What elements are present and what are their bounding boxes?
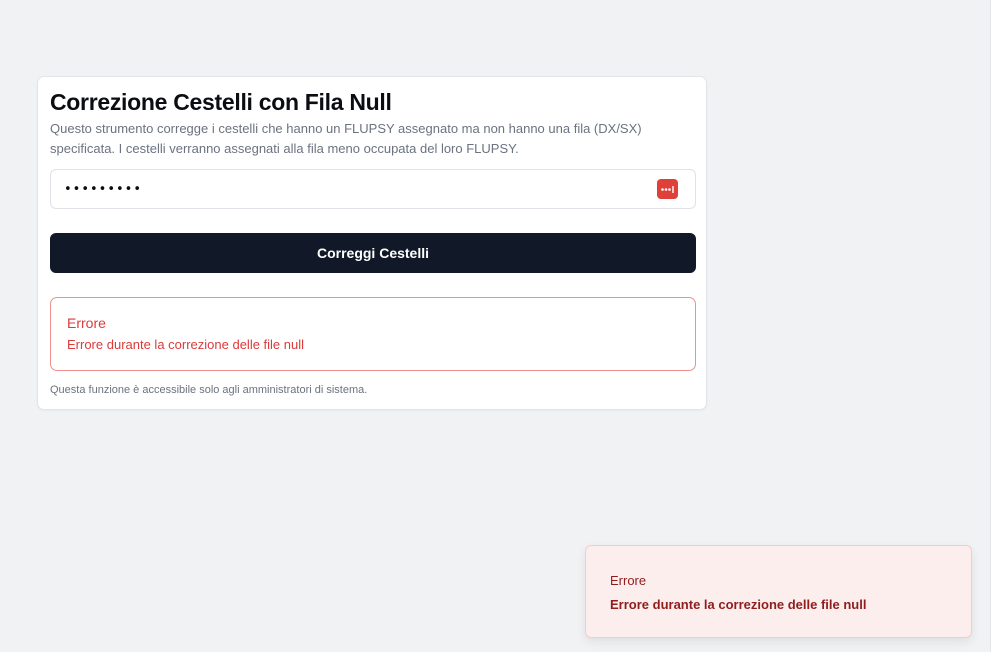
password-manager-icon[interactable]: [657, 179, 678, 199]
card-description: Questo strumento corregge i cestelli che…: [50, 121, 642, 156]
error-alert-title: Errore: [67, 315, 106, 331]
password-field: [50, 169, 696, 209]
card-title: Correzione Cestelli con Fila Null: [50, 89, 392, 115]
error-alert: Errore Errore durante la correzione dell…: [50, 297, 696, 371]
fix-baskets-button[interactable]: Correggi Cestelli: [50, 233, 696, 273]
fix-null-row-card: Correzione Cestelli con Fila Null Questo…: [37, 76, 707, 410]
toast-message: Errore durante la correzione delle file …: [610, 597, 867, 612]
page: Correzione Cestelli con Fila Null Questo…: [0, 0, 995, 652]
scrollbar[interactable]: [990, 0, 995, 652]
error-alert-message: Errore durante la correzione delle file …: [67, 337, 305, 352]
toast-title: Errore: [610, 573, 647, 588]
admin-only-note: Questa funzione è accessibile solo agli …: [50, 384, 368, 396]
password-input[interactable]: [52, 171, 642, 207]
error-toast[interactable]: Errore Errore durante la correzione dell…: [585, 545, 972, 638]
